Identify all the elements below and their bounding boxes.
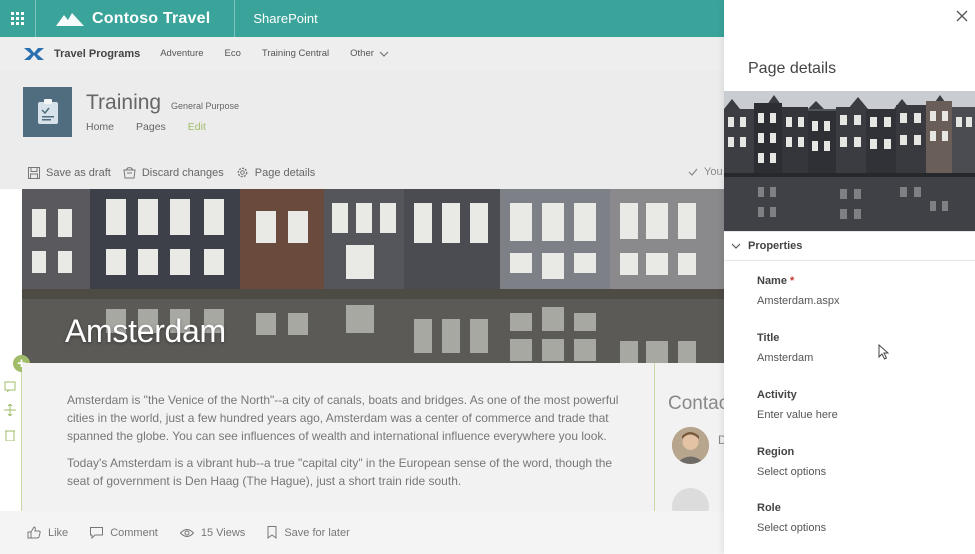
name-field[interactable]: Amsterdam.aspx	[757, 295, 840, 307]
comment-icon	[90, 526, 104, 539]
bookmark-icon	[267, 526, 277, 539]
property-label: Title	[757, 332, 780, 344]
close-icon[interactable]	[955, 9, 969, 23]
hub-title[interactable]: Travel Programs	[54, 48, 140, 60]
article-body: Amsterdam is "the Venice of the North"--…	[67, 391, 637, 499]
move-section-icon[interactable]	[4, 404, 16, 416]
site-nav-pages[interactable]: Pages	[136, 121, 166, 133]
avatar[interactable]	[672, 488, 709, 511]
site-nav-home[interactable]: Home	[86, 121, 114, 133]
mountain-logo-icon	[56, 12, 84, 26]
property-label: Region	[757, 446, 795, 458]
properties-section-toggle[interactable]: Properties	[724, 231, 975, 261]
person-photo	[672, 427, 709, 464]
clipboard-icon	[37, 99, 58, 124]
hub-navigation: Travel Programs Adventure Eco Training C…	[0, 37, 724, 70]
page-details-button[interactable]: Page details	[236, 166, 316, 179]
save-as-draft-button[interactable]: Save as draft	[28, 166, 111, 179]
required-marker: *	[790, 275, 795, 287]
eye-icon	[179, 528, 194, 537]
hero-image[interactable]: Amsterdam	[22, 189, 724, 363]
property-label: Role	[757, 502, 781, 514]
property-label: Name *	[757, 275, 840, 287]
contact-web-part[interactable]: Contact D	[655, 363, 724, 511]
sharepoint-page-editor: Contoso Travel SharePoint Travel Program…	[0, 0, 975, 554]
save-status: You	[688, 166, 723, 178]
discard-changes-button[interactable]: Discard changes	[123, 167, 224, 179]
chevron-down-icon	[379, 51, 389, 57]
save-icon	[28, 166, 40, 179]
like-icon	[27, 526, 41, 539]
comment-label: Comment	[110, 526, 158, 539]
region-select[interactable]: Select options	[757, 466, 826, 478]
command-bar: Save as draft Discard changes Page detai…	[0, 156, 724, 189]
hub-link-eco[interactable]: Eco	[225, 48, 241, 59]
discard-icon	[123, 166, 136, 178]
site-header: Training General Purpose Home Pages Edit	[0, 70, 724, 156]
save-for-later-button[interactable]: Save for later	[267, 526, 350, 539]
suite-product-name[interactable]: SharePoint	[253, 11, 317, 26]
property-label-text: Name	[757, 275, 787, 287]
hero-title[interactable]: Amsterdam	[65, 313, 226, 350]
brand[interactable]: Contoso Travel	[36, 0, 236, 37]
text-web-part[interactable]: Amsterdam is "the Venice of the North"--…	[22, 363, 654, 511]
social-bar: Like Comment 15 Views Save for later	[0, 511, 724, 554]
check-icon	[688, 168, 698, 176]
avatar[interactable]	[672, 427, 709, 464]
property-title: Title Amsterdam	[757, 332, 813, 364]
property-name: Name * Amsterdam.aspx	[757, 275, 840, 307]
property-region: Region Select options	[757, 446, 826, 478]
panel-title: Page details	[748, 60, 837, 77]
gear-icon	[237, 167, 248, 178]
property-role: Role Select options	[757, 502, 826, 534]
site-nav: Home Pages Edit	[86, 121, 228, 133]
title-field[interactable]: Amsterdam	[757, 352, 813, 364]
views-count: 15 Views	[179, 526, 246, 539]
contact-title: Contact	[668, 393, 724, 414]
article-paragraph: Amsterdam is "the Venice of the North"--…	[67, 393, 619, 443]
properties-label: Properties	[748, 240, 803, 252]
comment-button[interactable]: Comment	[90, 526, 158, 539]
hub-x-logo-icon	[24, 47, 44, 60]
property-label: Activity	[757, 389, 797, 401]
chevron-down-icon	[731, 243, 741, 249]
edit-section-icon[interactable]	[4, 381, 16, 393]
brand-name: Contoso Travel	[92, 9, 211, 27]
hub-link-other-label: Other	[350, 48, 374, 59]
hub-link-adventure[interactable]: Adventure	[160, 48, 203, 59]
page-thumbnail[interactable]	[724, 91, 975, 231]
waffle-icon	[11, 12, 24, 25]
property-activity: Activity Enter value here	[757, 389, 838, 421]
hub-link-training-central[interactable]: Training Central	[262, 48, 329, 59]
role-select[interactable]: Select options	[757, 522, 826, 534]
like-label: Like	[48, 526, 69, 539]
amsterdam-houses-thumbnail	[724, 91, 975, 231]
page-details-label: Page details	[254, 166, 316, 179]
activity-field[interactable]: Enter value here	[757, 409, 838, 421]
article-paragraph: Today's Amsterdam is a vibrant hub--a tr…	[67, 456, 613, 488]
views-label: 15 Views	[200, 526, 246, 539]
like-button[interactable]: Like	[27, 526, 68, 539]
save-for-later-label: Save for later	[284, 526, 350, 539]
discard-changes-label: Discard changes	[141, 166, 224, 179]
site-title[interactable]: Training	[86, 91, 161, 115]
delete-section-icon[interactable]	[4, 429, 16, 441]
app-launcher-button[interactable]	[0, 0, 36, 37]
site-logo[interactable]	[23, 87, 72, 137]
site-nav-edit[interactable]: Edit	[188, 121, 206, 133]
hub-link-other[interactable]: Other	[350, 48, 389, 59]
site-classification: General Purpose	[171, 101, 240, 111]
save-as-draft-label: Save as draft	[46, 166, 111, 179]
page-details-panel: Page details Properties Name * Amsterdam…	[724, 0, 975, 554]
pointer-cursor-icon	[878, 344, 889, 360]
save-status-label: You	[704, 166, 723, 178]
